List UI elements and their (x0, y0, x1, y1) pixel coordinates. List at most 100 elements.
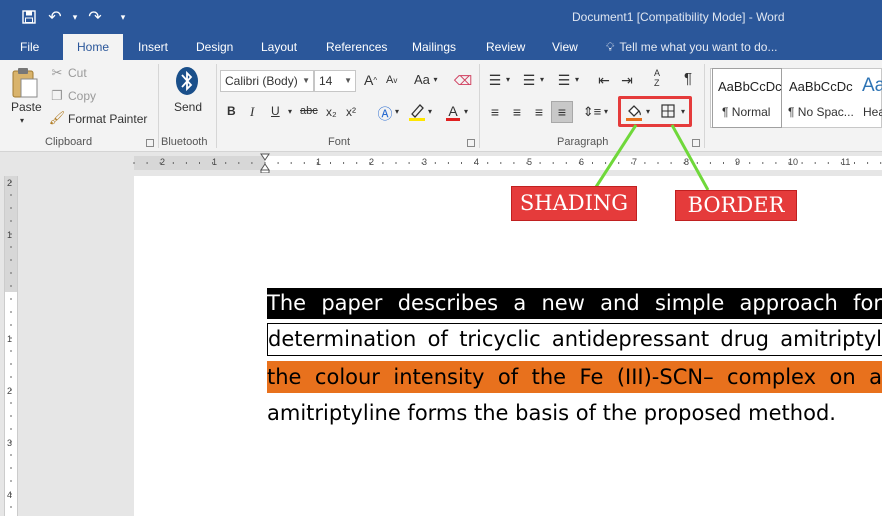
ruler-number: 4 (474, 157, 480, 167)
font-color-icon[interactable]: A (444, 102, 462, 122)
text-effects-dropdown-icon[interactable]: ▾ (395, 107, 399, 116)
tab-references[interactable]: References (326, 34, 387, 60)
ruler-number: 1 (212, 157, 218, 167)
align-left-icon[interactable]: ≡ (486, 103, 504, 121)
document-word: describes (397, 291, 499, 315)
ruler-number: 9 (735, 157, 741, 167)
group-divider (216, 64, 217, 148)
shrink-font-button[interactable]: Av (386, 74, 397, 86)
clipboard-launcher-icon[interactable] (146, 139, 154, 147)
grow-font-label: A (364, 72, 374, 88)
grow-font-button[interactable]: A ^ (364, 72, 377, 88)
group-divider (158, 64, 159, 148)
tell-me-search[interactable]: 💡︎ Tell me what you want to do... (606, 34, 778, 60)
numbering-dropdown-icon[interactable]: ▾ (540, 75, 544, 84)
subscript-button[interactable]: x₂ (326, 105, 337, 119)
paste-dropdown-icon[interactable]: ▾ (20, 116, 24, 125)
bullets-icon[interactable]: ☰ (486, 71, 504, 89)
tab-layout[interactable]: Layout (261, 34, 297, 60)
paragraph-launcher-icon[interactable] (692, 139, 700, 147)
show-formatting-icon[interactable]: ¶ (684, 70, 692, 87)
redo-icon[interactable]: ↷ (84, 6, 106, 28)
change-case-button[interactable]: Aa ▾ (414, 72, 438, 87)
style-normal[interactable] (712, 68, 782, 128)
bluetooth-icon[interactable] (174, 66, 200, 96)
highlight-icon[interactable] (408, 102, 426, 122)
group-divider (704, 64, 705, 148)
document-word: approach (739, 291, 838, 315)
paragraph-line-plain[interactable]: amitriptyline forms the basis of the pro… (267, 398, 882, 428)
line-spacing-dropdown-icon[interactable]: ▾ (604, 107, 608, 116)
format-painter-button[interactable]: Format Painter (68, 112, 147, 126)
tab-mailings[interactable]: Mailings (412, 34, 456, 60)
send-button[interactable]: Send (174, 100, 202, 114)
text-effects-icon[interactable]: Ⓐ (376, 104, 394, 123)
vertical-ruler[interactable]: 2 1 1 2 3 4 (4, 176, 18, 516)
cut-button[interactable]: Cut (68, 66, 87, 80)
tab-review[interactable]: Review (486, 34, 525, 60)
document-word: drug (720, 327, 770, 351)
font-size-value: 14 (319, 74, 333, 88)
increase-indent-icon[interactable]: ⇥ (617, 71, 637, 89)
tab-home[interactable]: Home (63, 34, 124, 60)
document-word: the (531, 365, 567, 389)
font-family-select[interactable]: Calibri (Body) ▼ (220, 70, 314, 92)
bullets-dropdown-icon[interactable]: ▾ (506, 75, 510, 84)
font-group-label: Font (328, 136, 351, 148)
underline-button[interactable]: U (271, 104, 280, 118)
font-size-select[interactable]: 14 ▼ (314, 70, 356, 92)
line-spacing-icon[interactable]: ⇕≡ (582, 103, 602, 121)
horizontal-ruler[interactable]: 2 1 1 2 3 4 5 6 7 8 9 10 11 (0, 153, 882, 173)
vruler-number: 1 (7, 230, 13, 240)
superscript-button[interactable]: x² (346, 105, 356, 119)
vruler-ticks (10, 181, 12, 508)
align-right-icon[interactable]: ≡ (530, 103, 548, 121)
document-word: intensity (393, 365, 485, 389)
document-word: paper (321, 291, 383, 315)
tab-insert[interactable]: Insert (138, 34, 168, 60)
customize-qat-icon[interactable]: ▾ (118, 6, 128, 28)
paragraph-line-shaded-orange[interactable]: the colour intensity of the Fe (III)-SCN– compl… (267, 361, 882, 393)
italic-button[interactable]: I (250, 104, 254, 120)
paragraph-line-shaded-black[interactable]: The paper describes a new and simple approach fo… (267, 288, 882, 319)
ruler-number: 2 (160, 157, 166, 167)
sort-icon[interactable]: A Z (651, 68, 665, 88)
font-color-dropdown-icon[interactable]: ▾ (464, 107, 468, 116)
document-page[interactable]: The paper describes a new and simple approach fo… (134, 176, 882, 516)
copy-icon: ❐ (51, 88, 63, 103)
style-nospacing-sample[interactable]: AaBbCcDc (789, 79, 853, 94)
strikethrough-button[interactable]: abc (300, 105, 318, 117)
document-word: of (497, 365, 519, 389)
copy-button[interactable]: Copy (68, 89, 96, 103)
title-bar: ↶ ▾ ↷ ▾ Document1 [Compatibility Mode] -… (0, 0, 882, 34)
tab-file[interactable]: File (20, 34, 39, 60)
multilevel-dropdown-icon[interactable]: ▾ (575, 75, 579, 84)
multilevel-list-icon[interactable]: ☰ (555, 71, 573, 89)
highlight-dropdown-icon[interactable]: ▾ (428, 107, 432, 116)
save-icon[interactable] (18, 6, 40, 28)
undo-icon[interactable]: ↶ (44, 6, 66, 28)
font-family-value: Calibri (Body) (225, 74, 298, 88)
document-word: and (600, 291, 640, 315)
ruler-number: 1 (316, 157, 322, 167)
undo-dropdown-icon[interactable]: ▾ (70, 6, 80, 28)
decrease-indent-icon[interactable]: ⇤ (594, 71, 614, 89)
align-center-icon[interactable]: ≡ (508, 103, 526, 121)
numbering-icon[interactable]: ☰ (520, 71, 538, 89)
paragraph-line-bordered[interactable]: determination of tricyclic antidepressant dr… (267, 323, 882, 356)
paste-button[interactable]: Paste (11, 100, 42, 114)
lightbulb-icon: 💡︎ (606, 40, 615, 54)
style-nospacing-name: ¶ No Spac... (788, 105, 854, 119)
underline-dropdown-icon[interactable]: ▾ (288, 107, 292, 116)
shading-borders-highlight (618, 96, 692, 127)
paste-icon[interactable] (10, 66, 40, 100)
bold-button[interactable]: B (227, 104, 236, 118)
style-normal-sample: AaBbCcDc (718, 79, 782, 94)
font-launcher-icon[interactable] (467, 139, 475, 147)
justify-icon[interactable]: ≡ (551, 101, 573, 123)
style-heading-sample[interactable]: Aa (862, 75, 882, 97)
document-word: Fe (579, 365, 604, 389)
clear-formatting-icon[interactable]: ⌫ (454, 72, 472, 90)
tab-design[interactable]: Design (196, 34, 233, 60)
tab-view[interactable]: View (552, 34, 578, 60)
